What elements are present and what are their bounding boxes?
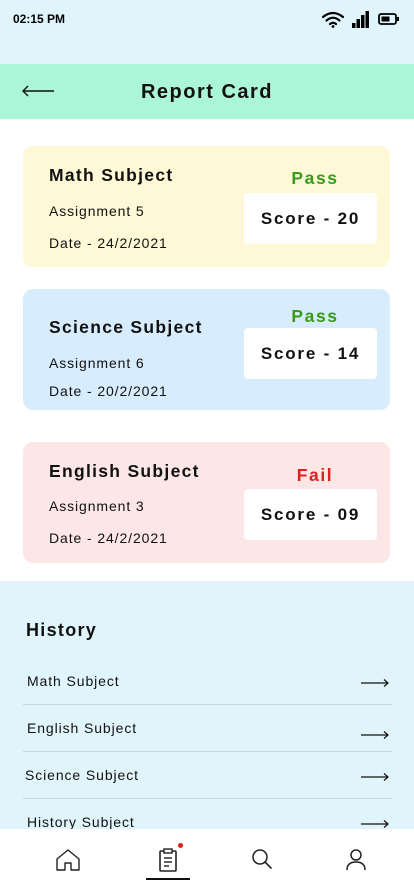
report-card-science[interactable]: Science Subject Assignment 6 Date - 20/2… — [23, 289, 390, 410]
score-text: Score - 09 — [260, 504, 361, 524]
score-text: Score - 20 — [260, 208, 361, 228]
score-box: Score - 14 — [244, 328, 377, 379]
history-item-math[interactable]: Math Subject — [23, 673, 392, 720]
bottom-nav — [0, 829, 414, 896]
card-date: Date - 24/2/2021 — [49, 530, 168, 546]
home-icon — [56, 849, 80, 871]
status-icons — [322, 10, 400, 28]
card-subject: Science Subject — [49, 317, 203, 337]
score-text: Score - 14 — [260, 343, 361, 363]
card-assignment: Assignment 5 — [49, 203, 145, 219]
nav-home[interactable] — [38, 829, 98, 881]
status-bar: 02:15 PM — [0, 0, 414, 40]
card-date: Date - 20/2/2021 — [49, 383, 168, 399]
divider — [23, 798, 392, 799]
card-assignment: Assignment 3 — [49, 498, 145, 514]
history-title: History — [26, 620, 98, 640]
report-icon — [159, 848, 177, 872]
history-item-science[interactable]: Science Subject — [23, 767, 392, 814]
score-box: Score - 20 — [244, 193, 377, 244]
arrow-right-icon — [361, 820, 389, 828]
signal-icon — [352, 11, 369, 28]
history-item-label: Math Subject — [27, 673, 120, 689]
card-status: Pass — [291, 306, 339, 326]
active-tab-indicator — [146, 878, 190, 880]
nav-profile[interactable] — [326, 829, 386, 881]
score-box: Score - 09 — [244, 489, 377, 540]
wifi-icon — [322, 11, 344, 28]
nav-search[interactable] — [232, 829, 292, 881]
history-section: History Math Subject English Subject Sci… — [0, 581, 414, 829]
app-header: Report Card — [0, 64, 414, 119]
report-card-english[interactable]: English Subject Assignment 3 Date - 24/2… — [23, 442, 390, 563]
report-cards-section: Math Subject Assignment 5 Date - 24/2/20… — [0, 119, 414, 581]
divider — [23, 751, 392, 752]
arrow-right-icon — [361, 773, 389, 781]
card-status: Pass — [291, 168, 339, 188]
history-item-label: English Subject — [27, 720, 138, 736]
card-subject: Math Subject — [49, 165, 174, 185]
history-item-english[interactable]: English Subject — [23, 720, 392, 767]
battery-icon — [378, 13, 399, 25]
card-status: Fail — [296, 465, 334, 485]
nav-report[interactable] — [138, 829, 198, 881]
card-subject: English Subject — [49, 461, 200, 481]
page-title: Report Card — [140, 81, 274, 103]
search-icon — [252, 849, 272, 869]
report-card-math[interactable]: Math Subject Assignment 5 Date - 24/2/20… — [23, 146, 390, 267]
divider — [23, 704, 392, 705]
arrow-right-icon — [361, 679, 389, 687]
history-item-label: Science Subject — [25, 767, 139, 783]
profile-icon — [346, 849, 366, 871]
status-time: 02:15 PM — [13, 12, 66, 26]
notification-dot — [178, 843, 183, 848]
card-assignment: Assignment 6 — [49, 355, 145, 371]
history-item-history[interactable]: History Subject — [23, 814, 392, 829]
arrow-right-icon — [361, 731, 389, 739]
card-date: Date - 24/2/2021 — [49, 235, 168, 251]
history-item-label: History Subject — [27, 814, 135, 829]
